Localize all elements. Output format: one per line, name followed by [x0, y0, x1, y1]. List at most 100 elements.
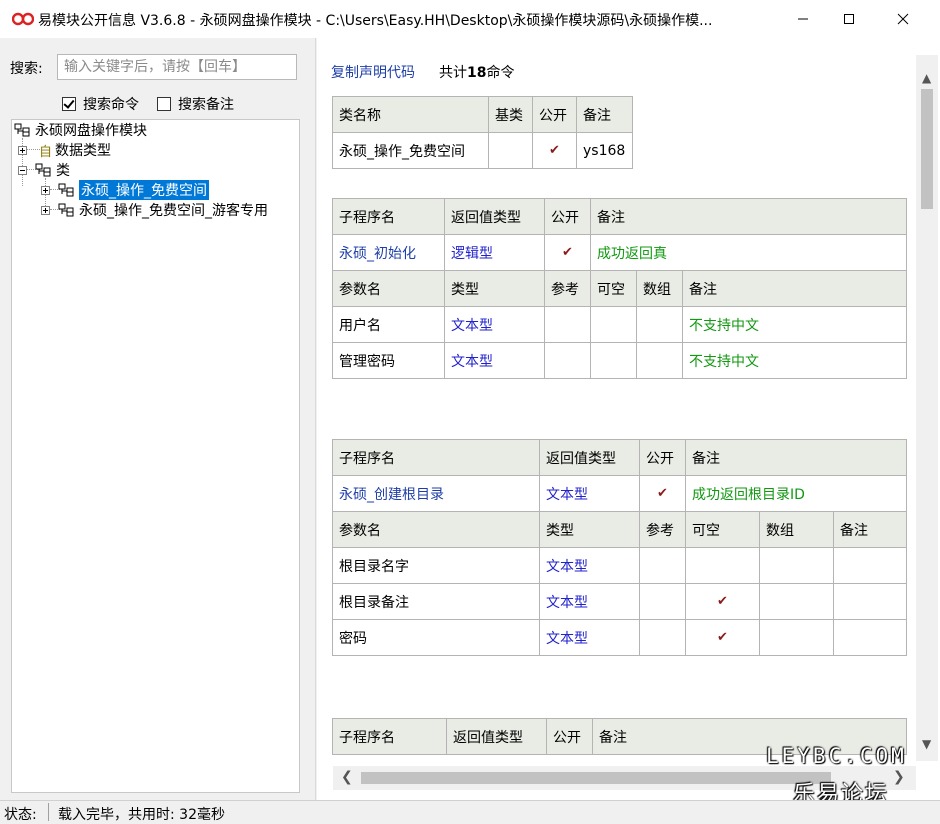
public-check-icon: ✔: [544, 234, 591, 271]
tree-class-1-label: 永硕_操作_免费空间: [79, 180, 209, 200]
search-commands-checkbox-box[interactable]: [62, 97, 76, 111]
param-type-cell: 文本型: [444, 342, 545, 379]
tree-class-2-label: 永硕_操作_免费空间_游客专用: [79, 203, 268, 219]
maximize-icon: [844, 14, 854, 24]
status-separator: [48, 803, 49, 821]
table-row: 管理密码 文本型 不支持中文: [332, 342, 907, 379]
title-bar: 易模块公开信息 V3.6.8 - 永硕网盘操作模块 - C:\Users\Eas…: [0, 0, 940, 38]
header-cell: 类型: [444, 270, 545, 307]
param-array-cell: [759, 619, 834, 656]
app-logo-icon: [12, 12, 34, 26]
collapse-icon[interactable]: [18, 165, 27, 175]
minimize-button[interactable]: [780, 0, 826, 38]
table-row: 永硕_初始化 逻辑型 ✔ 成功返回真: [332, 234, 907, 271]
scroll-down-icon[interactable]: ▼: [922, 737, 931, 751]
param-nullable-cell: [590, 342, 637, 379]
vertical-scroll-thumb[interactable]: [921, 89, 933, 209]
header-cell: 参数名: [332, 270, 445, 307]
status-bar: 状态: 载入完毕，共用时: 32毫秒: [0, 800, 940, 824]
header-cell: 备注: [590, 198, 907, 235]
horizontal-scroll-thumb[interactable]: [361, 772, 831, 784]
expand-icon[interactable]: [41, 205, 50, 215]
nullable-check-icon: ✔: [685, 583, 760, 620]
param-type-cell: 文本型: [444, 306, 545, 343]
search-notes-checkbox-box[interactable]: [157, 97, 171, 111]
search-notes-checkbox[interactable]: 搜索备注: [157, 94, 234, 114]
tree-node-data-types[interactable]: 自 数据类型: [18, 140, 111, 160]
header-cell: 类名称: [332, 96, 489, 133]
search-input[interactable]: [57, 54, 297, 80]
param-array-cell: [636, 342, 683, 379]
scroll-up-icon[interactable]: ▲: [922, 71, 931, 85]
base-class-cell: [488, 132, 533, 169]
tree-node-root[interactable]: 永硕网盘操作模块: [14, 120, 147, 140]
table-row: 永硕_操作_免费空间 ✔ ys168: [332, 132, 633, 169]
param-type-cell: 文本型: [539, 583, 640, 620]
search-notes-label: 搜索备注: [178, 97, 234, 113]
subroutine-name-cell: 永硕_创建根目录: [332, 475, 540, 512]
header-cell: 公开: [544, 198, 591, 235]
details-pane: 复制声明代码 共计18命令 类名称 基类 公开 备注 永硕_操作_免费空间 ✔ …: [317, 38, 940, 800]
param-note-cell: [833, 619, 907, 656]
header-cell: 备注: [833, 511, 907, 548]
tree-node-classes[interactable]: 类: [18, 160, 70, 180]
minimize-icon: [798, 18, 808, 20]
header-cell: 类型: [539, 511, 640, 548]
search-commands-label: 搜索命令: [83, 97, 139, 113]
param-array-cell: [759, 583, 834, 620]
nullable-check-icon: ✔: [685, 619, 760, 656]
class-icon: [58, 203, 74, 217]
param-ref-cell: [639, 583, 686, 620]
header-cell: 参考: [639, 511, 686, 548]
table-row: 用户名 文本型 不支持中文: [332, 306, 907, 343]
header-cell: 可空: [590, 270, 637, 307]
subroutine-note-cell: 成功返回根目录ID: [685, 475, 907, 512]
public-check-icon: ✔: [639, 475, 686, 512]
subroutine-note-cell: 成功返回真: [590, 234, 907, 271]
subroutine-name-cell: 永硕_初始化: [332, 234, 445, 271]
tree-data-types-label: 数据类型: [55, 143, 112, 159]
header-cell: 参考: [544, 270, 591, 307]
header-cell: 可空: [685, 511, 760, 548]
pane-splitter[interactable]: [306, 38, 316, 800]
copy-declaration-link[interactable]: 复制声明代码: [331, 62, 415, 82]
header-cell: 基类: [488, 96, 533, 133]
header-cell: 备注: [576, 96, 633, 133]
status-text: 载入完毕，共用时: 32毫秒: [58, 807, 225, 823]
count-suffix: 命令: [486, 65, 515, 81]
table-header-row: 子程序名 返回值类型 公开 备注: [332, 439, 907, 476]
expand-icon[interactable]: [41, 185, 50, 195]
search-commands-checkbox[interactable]: 搜索命令: [62, 94, 139, 114]
param-ref-cell: [544, 342, 591, 379]
param-name-cell: 管理密码: [332, 342, 445, 379]
param-note-cell: [833, 583, 907, 620]
class-icon: [58, 183, 74, 197]
tree-classes-label: 类: [56, 163, 70, 179]
scroll-right-icon[interactable]: ❯: [893, 769, 905, 785]
param-ref-cell: [544, 306, 591, 343]
table-row: 根目录备注 文本型 ✔: [332, 583, 907, 620]
vertical-scrollbar[interactable]: ▲ ▼: [916, 55, 938, 761]
left-pane: 搜索: 搜索命令 搜索备注 永硕网盘操作模块 自 数据类型: [0, 38, 306, 800]
search-label: 搜索:: [10, 61, 43, 77]
class-note-cell: ys168: [576, 132, 633, 169]
param-ref-cell: [639, 547, 686, 584]
close-icon: [897, 13, 909, 25]
param-name-cell: 根目录备注: [332, 583, 540, 620]
class-name-cell: 永硕_操作_免费空间: [332, 132, 489, 169]
param-note-cell: [833, 547, 907, 584]
close-button[interactable]: [880, 0, 926, 38]
header-cell: 子程序名: [332, 439, 540, 476]
param-note-cell: 不支持中文: [682, 342, 907, 379]
param-array-cell: [759, 547, 834, 584]
tree-node-class-2[interactable]: 永硕_操作_免费空间_游客专用: [41, 200, 268, 220]
class-icon: [35, 163, 51, 177]
subroutine-table: 子程序名 返回值类型 公开 备注 永硕_创建根目录 文本型 ✔ 成功返回根目录I…: [332, 439, 907, 656]
module-tree[interactable]: 永硕网盘操作模块 自 数据类型 类 永硕_操作_免费空间 永硕_操作_免费空间_…: [11, 119, 300, 793]
maximize-button[interactable]: [826, 0, 872, 38]
scroll-left-icon[interactable]: ❮: [341, 769, 353, 785]
expand-icon[interactable]: [18, 145, 27, 155]
header-cell: 公开: [546, 718, 593, 755]
table-header-row: 子程序名 返回值类型 公开 备注: [332, 198, 907, 235]
tree-node-class-1[interactable]: 永硕_操作_免费空间: [41, 180, 209, 200]
